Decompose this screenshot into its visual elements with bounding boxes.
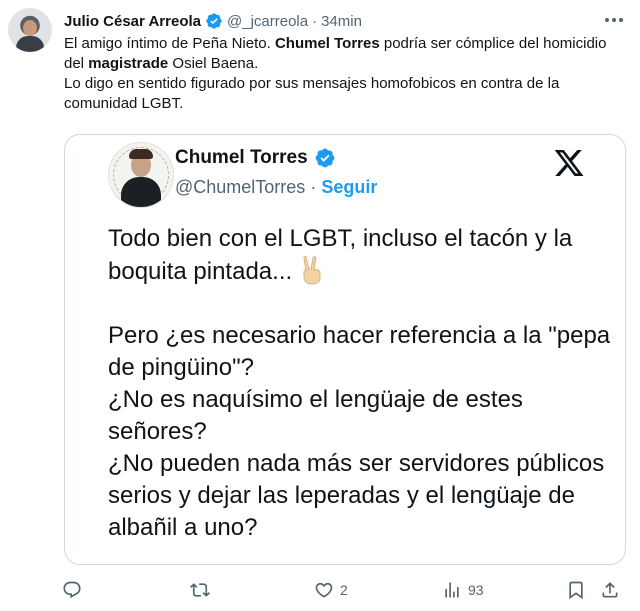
quoted-paragraph-3: ¿No es naquísimo el lengüaje de estes se… xyxy=(108,386,523,445)
more-icon[interactable] xyxy=(602,12,626,28)
follow-button[interactable]: Seguir xyxy=(321,177,377,197)
author-name[interactable]: Julio César Arreola xyxy=(64,13,201,30)
like-icon xyxy=(315,582,333,598)
reply-button[interactable] xyxy=(62,578,82,602)
bold-magistrade: magistrade xyxy=(88,55,169,72)
retweet-icon xyxy=(190,583,210,597)
quoted-author-name-row: Chumel Torres xyxy=(175,147,336,169)
quoted-author-avatar[interactable] xyxy=(108,142,174,208)
quoted-author-sub: @ChumelTorres · Seguir xyxy=(175,177,377,198)
quoted-author-name[interactable]: Chumel Torres xyxy=(175,147,308,169)
author-avatar[interactable] xyxy=(8,8,52,52)
like-count: 2 xyxy=(340,582,348,598)
views-icon xyxy=(445,582,459,598)
bookmark-icon xyxy=(569,581,583,600)
quoted-paragraph-4: ¿No pueden nada más ser servidores públi… xyxy=(108,450,605,541)
views-button[interactable]: 93 xyxy=(442,578,484,602)
share-icon xyxy=(602,582,618,598)
quoted-author-handle[interactable]: @ChumelTorres xyxy=(175,177,305,197)
quoted-tweet-card[interactable]: Chumel Torres @ChumelTorres · Seguir Tod… xyxy=(64,134,626,565)
bookmark-button[interactable] xyxy=(566,578,586,602)
verified-badge-icon xyxy=(315,148,335,168)
views-count: 93 xyxy=(468,582,484,598)
quoted-paragraph-1: Todo bien con el LGBT, incluso el tacón … xyxy=(108,225,573,285)
x-logo-icon[interactable] xyxy=(553,147,585,179)
tweet-text: El amigo íntimo de Peña Nieto. Chumel To… xyxy=(64,34,630,114)
tweet-paragraph-1: El amigo íntimo de Peña Nieto. Chumel To… xyxy=(64,35,607,72)
share-button[interactable] xyxy=(600,578,620,602)
mention-chumel: Chumel Torres xyxy=(274,35,380,52)
quoted-tweet-text: Todo bien con el LGBT, incluso el tacón … xyxy=(108,223,618,544)
separator-dot: · xyxy=(310,177,317,197)
tweet-actions: 2 93 xyxy=(62,578,622,602)
victory-hand-emoji-icon xyxy=(303,255,321,285)
verified-badge-icon xyxy=(206,13,222,29)
retweet-button[interactable] xyxy=(190,578,210,602)
author-handle[interactable]: @_jcarreola xyxy=(227,13,308,30)
quoted-paragraph-2: Pero ¿es necesario hacer referencia a la… xyxy=(108,322,611,381)
tweet-paragraph-2: Lo digo en sentido figurado por sus mens… xyxy=(64,75,560,112)
reply-icon xyxy=(63,581,81,599)
tweet-time[interactable]: 34min xyxy=(321,13,362,30)
like-button[interactable]: 2 xyxy=(314,578,348,602)
tweet-header: Julio César Arreola @_jcarreola · 34min xyxy=(64,10,362,32)
separator-dot: · xyxy=(312,12,318,30)
